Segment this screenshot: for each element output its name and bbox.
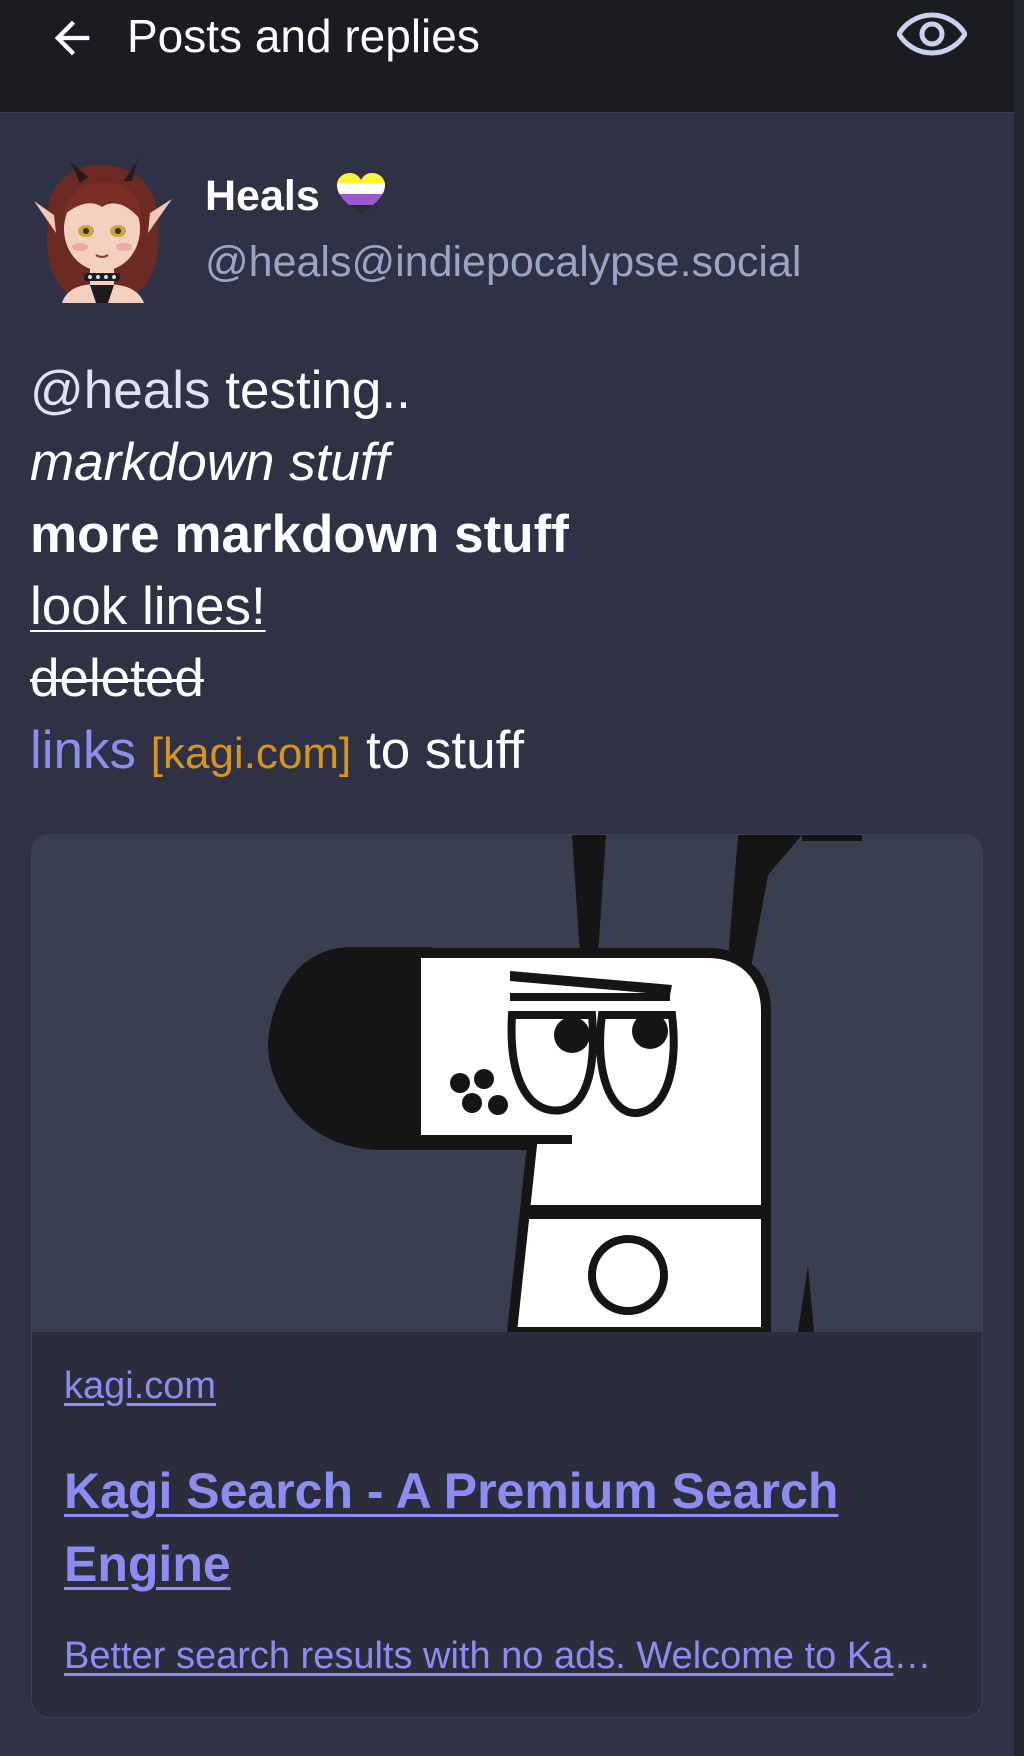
link-card-description[interactable]: Better search results with no ads. Welco… [64, 1635, 944, 1678]
content-line-bold: more markdown stuff [30, 499, 569, 571]
text-to-stuff: to stuff [351, 721, 525, 780]
mention-link[interactable]: @heals [30, 361, 211, 420]
page-title: Posts and replies [127, 10, 480, 62]
author-display-name[interactable]: Heals [205, 170, 320, 222]
italic-text: markdown stuff [30, 433, 390, 492]
bold-text: more markdown stuff [30, 505, 569, 564]
content-line-strike: deleted [30, 643, 569, 715]
strikethrough-text: deleted [30, 649, 204, 708]
post-content: @heals testing.. markdown stuff more mar… [30, 355, 569, 790]
back-button[interactable] [44, 10, 100, 66]
content-line-italic: markdown stuff [30, 427, 569, 499]
view-button[interactable] [896, 6, 968, 62]
top-app-bar: Posts and replies [0, 0, 1014, 113]
link-card-domain[interactable]: kagi.com [64, 1365, 216, 1408]
avatar[interactable] [28, 155, 176, 303]
link-domain-tag: [kagi.com] [150, 729, 352, 778]
nonbinary-heart-icon [337, 173, 385, 214]
scroll-edge [1014, 0, 1024, 1756]
link-preview-card[interactable]: kagi.com Kagi Search - A Premium Search … [31, 834, 983, 1718]
link-preview-image[interactable] [32, 835, 982, 1337]
content-line-link: links [kagi.com] to stuff [30, 715, 569, 790]
text-testing: testing.. [210, 361, 411, 420]
content-line-1: @heals testing.. [30, 355, 569, 427]
inline-link[interactable]: links [30, 721, 136, 780]
author-handle[interactable]: @heals@indiepocalypse.social [205, 236, 801, 288]
underline-text: look lines! [30, 577, 266, 636]
eye-icon [897, 12, 967, 56]
content-line-underline: look lines! [30, 571, 569, 643]
arrow-left-icon [54, 20, 90, 56]
link-card-title[interactable]: Kagi Search - A Premium Search Engine [64, 1455, 944, 1601]
